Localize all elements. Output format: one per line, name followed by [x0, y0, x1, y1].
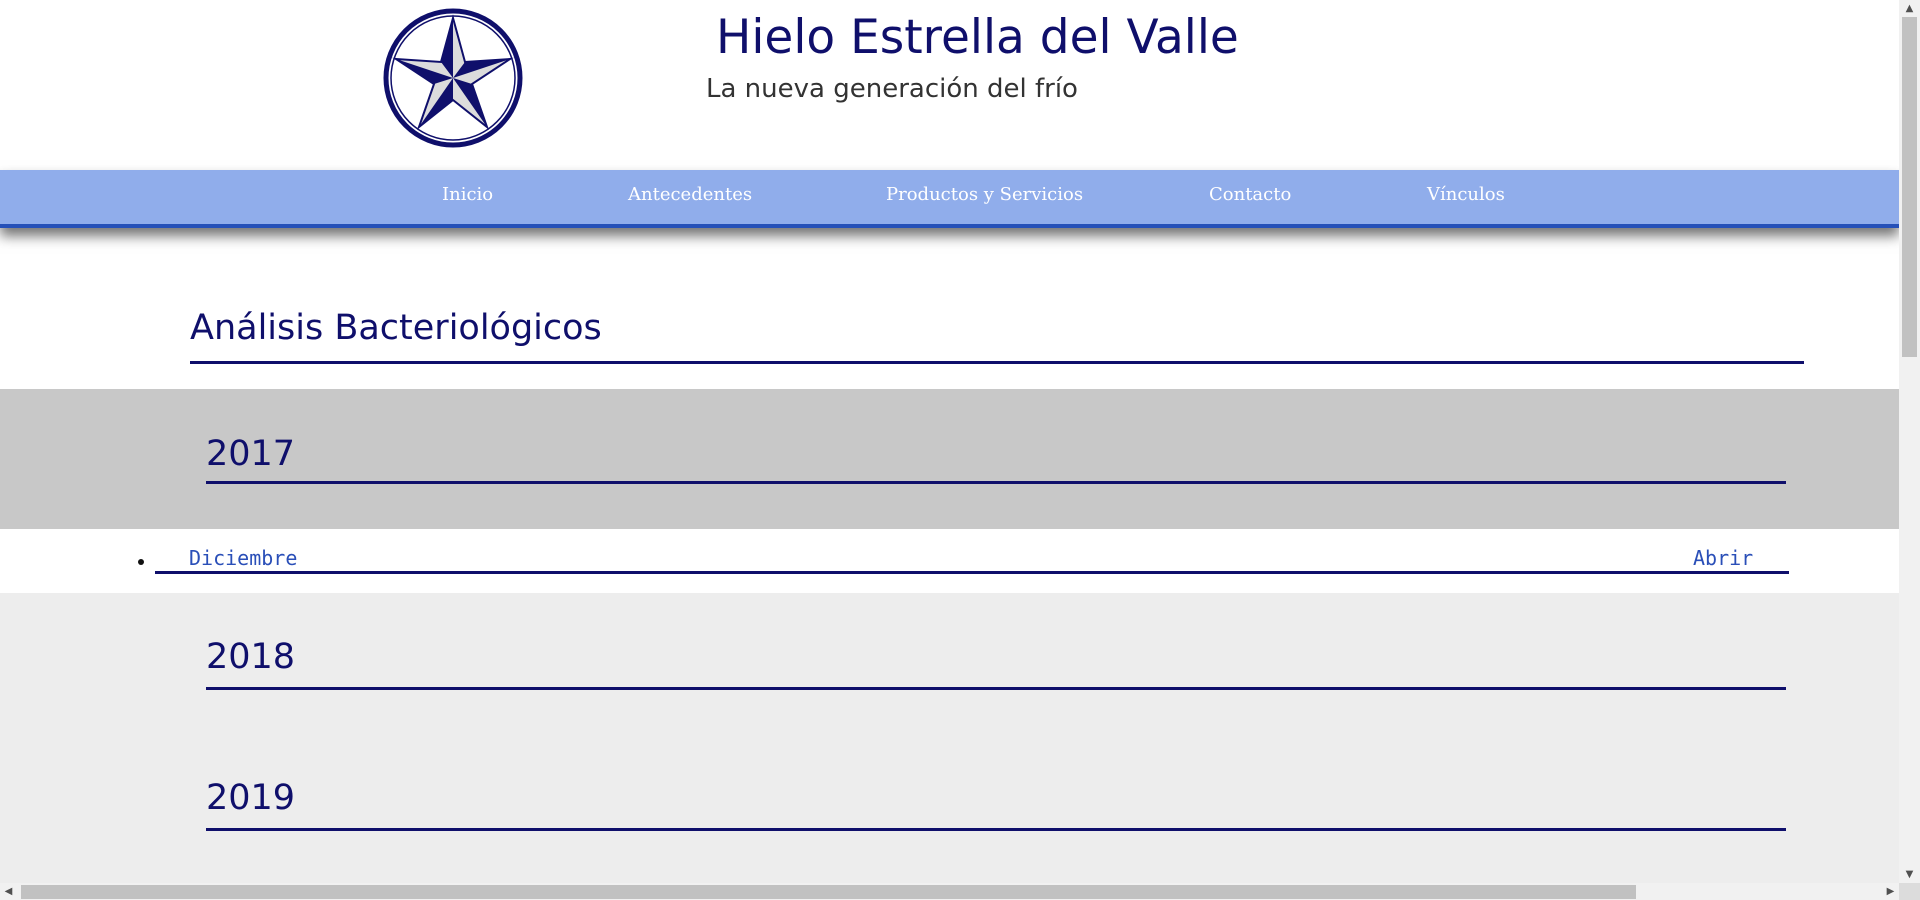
site-header: Hielo Estrella del Valle La nueva genera… [0, 0, 1899, 170]
arrow-left-icon[interactable]: ◀ [0, 883, 17, 900]
nav-item-inicio[interactable]: Inicio [442, 170, 493, 224]
site-title: Hielo Estrella del Valle [716, 10, 1239, 65]
year-heading-2018[interactable]: 2018 [206, 637, 295, 677]
document-month: Diciembre [189, 546, 298, 570]
horizontal-scrollbar-thumb[interactable] [21, 885, 1636, 899]
horizontal-scrollbar[interactable]: ◀ ▶ [0, 883, 1899, 900]
star-compass-logo-icon [383, 8, 523, 148]
nav-item-antecedentes[interactable]: Antecedentes [628, 170, 752, 224]
page-title: Análisis Bacteriológicos [190, 308, 602, 348]
arrow-up-icon[interactable]: ▲ [1899, 0, 1920, 17]
page-viewport: Hielo Estrella del Valle La nueva genera… [0, 0, 1899, 883]
nav-item-vinculos[interactable]: Vínculos [1427, 170, 1505, 224]
year-divider-2018 [206, 687, 1786, 690]
main-nav: Inicio Antecedentes Productos y Servicio… [0, 170, 1899, 228]
document-list-2017: Diciembre Abrir [0, 529, 1899, 593]
page-title-section: Análisis Bacteriológicos [0, 228, 1899, 389]
vertical-scrollbar-thumb[interactable] [1902, 17, 1917, 357]
document-row-divider [155, 571, 1789, 574]
arrow-right-icon[interactable]: ▶ [1882, 883, 1899, 900]
year-divider-2017 [206, 481, 1786, 484]
site-subtitle: La nueva generación del frío [706, 74, 1078, 104]
year-heading-2019[interactable]: 2019 [206, 778, 295, 818]
nav-item-productos-y-servicios[interactable]: Productos y Servicios [886, 170, 1083, 224]
year-divider-2019 [206, 828, 1786, 831]
list-bullet-icon [138, 559, 144, 565]
vertical-scrollbar[interactable]: ▲ ▼ [1899, 0, 1920, 883]
scrollbar-corner [1899, 883, 1920, 900]
arrow-down-icon[interactable]: ▼ [1899, 866, 1920, 883]
year-heading-2017[interactable]: 2017 [206, 434, 295, 474]
page-title-divider [190, 361, 1804, 364]
year-section-2017: 2017 [0, 389, 1899, 529]
nav-item-contacto[interactable]: Contacto [1209, 170, 1291, 224]
open-document-link[interactable]: Abrir [1693, 546, 1753, 570]
